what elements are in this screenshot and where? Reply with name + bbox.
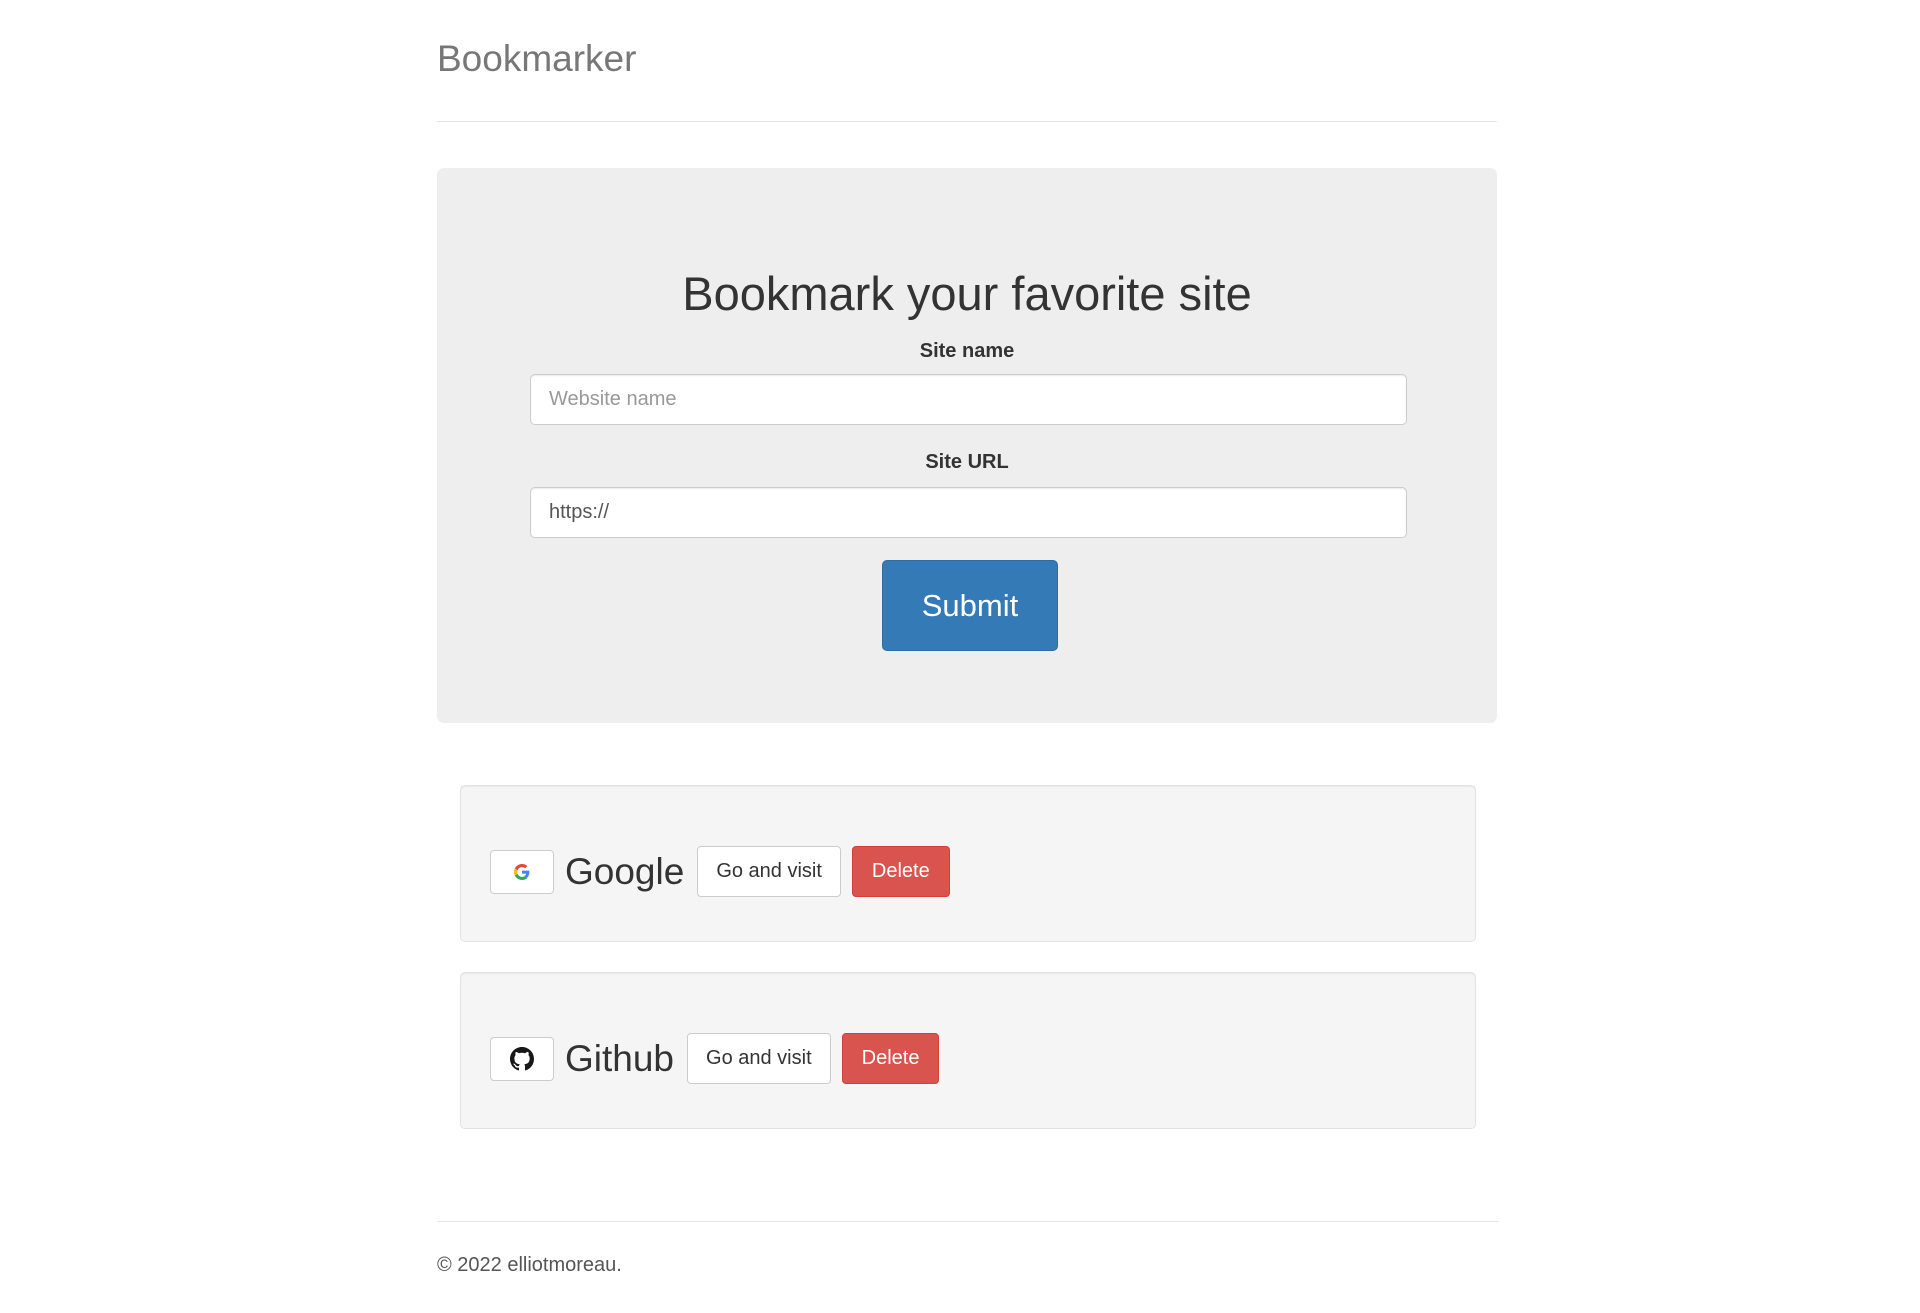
delete-button[interactable]: Delete — [851, 846, 950, 897]
page-container: Bookmarker Bookmark your favorite site S… — [437, 0, 1499, 1276]
brand-title: Bookmarker — [437, 38, 637, 79]
bookmark-row: Github Go and visit Delete — [490, 1033, 940, 1084]
footer-copyright: © 2022 elliotmoreau. — [437, 1254, 622, 1276]
site-url-input[interactable] — [530, 487, 1407, 538]
site-name-input[interactable] — [530, 374, 1407, 425]
github-icon-graphic — [510, 1046, 534, 1070]
header: Bookmarker — [437, 0, 1497, 122]
bookmark-name: Github — [565, 1037, 675, 1079]
go-and-visit-button[interactable]: Go and visit — [687, 1033, 831, 1084]
bookmark-card: Google Go and visit Delete — [460, 785, 1476, 942]
bookmark-name: Google — [565, 850, 685, 892]
form-title: Bookmark your favorite site — [682, 267, 1252, 320]
google-g-icon — [490, 849, 554, 894]
footer-divider — [437, 1221, 1499, 1222]
google-g-icon-graphic — [514, 863, 530, 880]
go-and-visit-button[interactable]: Go and visit — [697, 846, 841, 897]
submit-button[interactable]: Submit — [882, 560, 1058, 651]
delete-button[interactable]: Delete — [841, 1033, 940, 1084]
bookmark-card: Github Go and visit Delete — [460, 972, 1476, 1129]
bookmark-form-panel: Bookmark your favorite site Site name Si… — [437, 168, 1497, 723]
site-name-label: Site name — [919, 340, 1015, 362]
bookmark-row: Google Go and visit Delete — [490, 846, 950, 897]
site-url-label: Site URL — [925, 451, 1009, 473]
github-icon — [490, 1036, 554, 1081]
